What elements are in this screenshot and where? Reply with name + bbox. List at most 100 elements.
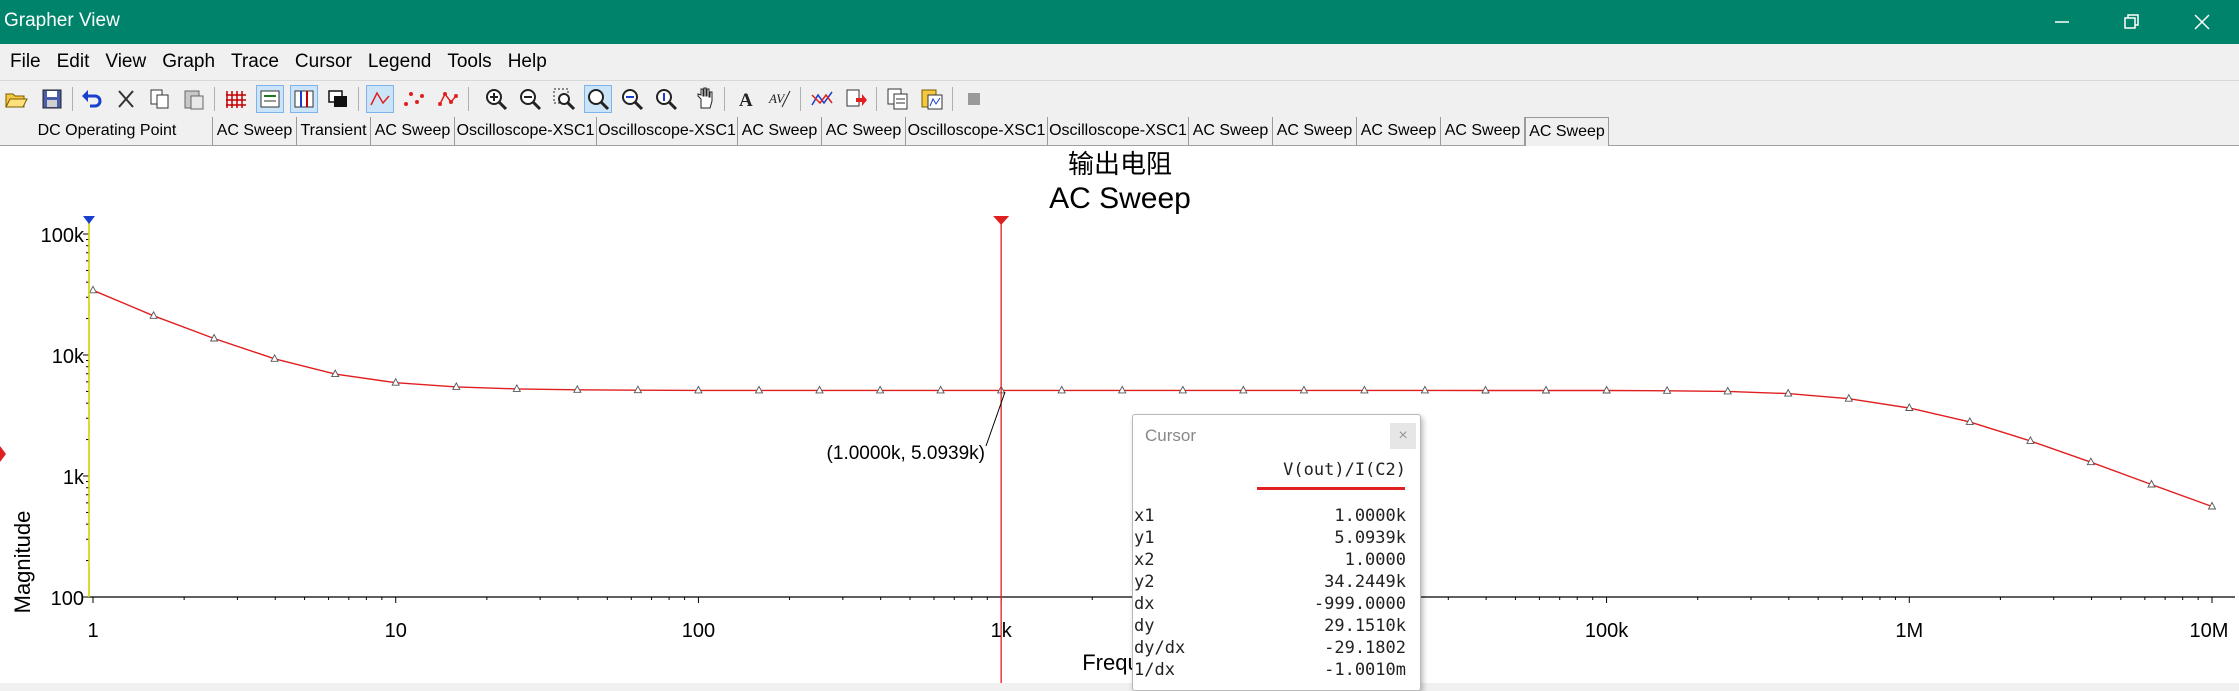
export-button[interactable] [842,85,870,113]
copy-graph-button[interactable] [884,85,912,113]
cursor-row-key: dy [1134,616,1155,636]
tab-ac-sweep[interactable]: AC Sweep [738,117,822,145]
grid-button[interactable] [222,85,250,113]
cursor-row-dy: dy 29.1510k [1133,616,1420,638]
markers-button[interactable] [400,85,428,113]
cursor-2-handle-icon[interactable] [83,216,95,224]
tab-oscilloscope-xsc1[interactable]: Oscilloscope-XSC1 [1048,117,1189,145]
zoom-area-button[interactable] [550,85,578,113]
tab-oscilloscope-xsc1[interactable]: Oscilloscope-XSC1 [906,117,1048,145]
copy-button[interactable] [146,85,174,113]
cursor-row-value: 1.0000 [1344,550,1406,570]
cursor-row-x1: x1 1.0000k [1133,506,1420,528]
menu-legend[interactable]: Legend [358,51,437,73]
close-button[interactable] [2170,0,2234,44]
lines-markers-button[interactable] [434,85,462,113]
x-tick-label: 10 [385,620,407,642]
tab-ac-sweep[interactable]: AC Sweep [1441,117,1525,145]
zoom-out-button[interactable] [516,85,544,113]
zoom-x-button[interactable] [618,85,646,113]
cursor-panel[interactable]: Cursor × V(out)/I(C2) x1 1.0000k y1 5.0939k… [1132,414,1421,691]
cursor-row-dx: dx -999.0000 [1133,594,1420,616]
trace-marker [1299,385,1309,394]
save-button[interactable] [38,85,66,113]
zoom-y-button[interactable] [652,85,680,113]
tab-ac-sweep[interactable]: AC Sweep [1357,117,1441,145]
zoom-in-icon [486,89,508,111]
result-tabs: DC Operating Point AC Sweep Transient AC Sw… [0,117,2239,146]
legend-button[interactable] [256,85,284,113]
overlay-icon [328,90,347,107]
menu-graph[interactable]: Graph [152,51,221,73]
trace-marker [1481,385,1490,394]
tab-dc-operating-point[interactable]: DC Operating Point [2,117,213,145]
label-button[interactable]: AV [766,85,794,113]
cursor-row-key: dx [1134,594,1155,614]
paste-icon [184,90,204,110]
graph-area[interactable]: 输出电阻 AC Sweep 1101001k10k100k1M10M1001k1… [0,146,2239,691]
menu-edit[interactable]: Edit [47,51,96,73]
menu-tools[interactable]: Tools [437,51,497,73]
x-tick-label: 1M [1895,620,1923,642]
trace-marker [815,385,824,394]
tab-oscilloscope-xsc1[interactable]: Oscilloscope-XSC1 [455,117,597,145]
legend-icon [260,90,280,108]
cursor-panel-close-button[interactable]: × [1390,423,1416,449]
tab-transient[interactable]: Transient [297,117,371,145]
cursor-row-value: -29.1802 [1324,638,1406,658]
menu-trace[interactable]: Trace [221,51,285,73]
copy-icon [150,89,169,109]
zoom-full-icon [588,89,610,111]
trace-marker [1662,385,1672,394]
trace-marker [88,285,98,294]
trace-marker [1057,385,1066,394]
paste-button[interactable] [180,85,208,113]
undo-button[interactable] [78,85,106,113]
y-axis-label: Magnitude [10,511,35,614]
paste-graph-button[interactable] [918,85,946,113]
cursor-row-key: x1 [1134,506,1155,526]
cursor-row-y2: y2 34.2449k [1133,572,1420,594]
overlay-button[interactable] [324,85,352,113]
minimize-button[interactable] [2030,0,2094,44]
tab-ac-sweep[interactable]: AC Sweep [1273,117,1357,145]
y-tick-label: 1k [63,467,85,489]
copy-graph-icon [887,88,908,110]
cursor-row-key: dy/dx [1134,638,1186,658]
trace-marker [1239,385,1248,394]
cut-button[interactable] [112,85,140,113]
trace-button[interactable] [808,85,836,113]
tab-ac-sweep[interactable]: AC Sweep [1189,117,1273,145]
pan-button[interactable] [692,85,720,113]
restore-button[interactable] [2100,0,2164,44]
cursor-1-handle-icon[interactable] [993,216,1010,225]
lines-button[interactable] [366,85,394,113]
tab-ac-sweep[interactable]: AC Sweep [371,117,455,145]
zoom-in-button[interactable] [482,85,510,113]
cursor-row-1-per-dx: 1/dx -1.0010m [1133,660,1420,682]
grid-icon [226,91,246,108]
trace-marker [1541,385,1551,394]
tab-ac-sweep[interactable]: AC Sweep [1525,117,1609,146]
stop-button[interactable] [960,85,988,113]
cursor-row-value: -999.0000 [1313,594,1406,614]
menu-view[interactable]: View [95,51,152,73]
menu-cursor[interactable]: Cursor [285,51,358,73]
tab-ac-sweep[interactable]: AC Sweep [213,117,297,145]
menu-file[interactable]: File [0,51,47,73]
open-button[interactable] [2,85,30,113]
trace-marker [1602,385,1611,394]
cursor-row-key: y1 [1134,528,1155,548]
zoom-out-icon [520,89,542,111]
close-icon [2194,14,2210,30]
x-tick-label: 100k [1585,620,1629,642]
tab-oscilloscope-xsc1[interactable]: Oscilloscope-XSC1 [597,117,738,145]
cursors-button[interactable] [290,85,318,113]
tab-ac-sweep[interactable]: AC Sweep [822,117,906,145]
zoom-full-button[interactable] [584,85,612,113]
text-button[interactable]: A [732,85,760,113]
menu-help[interactable]: Help [498,51,553,73]
graph-title-line1: 输出电阻 [1068,150,1172,180]
stop-icon [968,93,980,105]
cursor-row-key: x2 [1134,550,1155,570]
